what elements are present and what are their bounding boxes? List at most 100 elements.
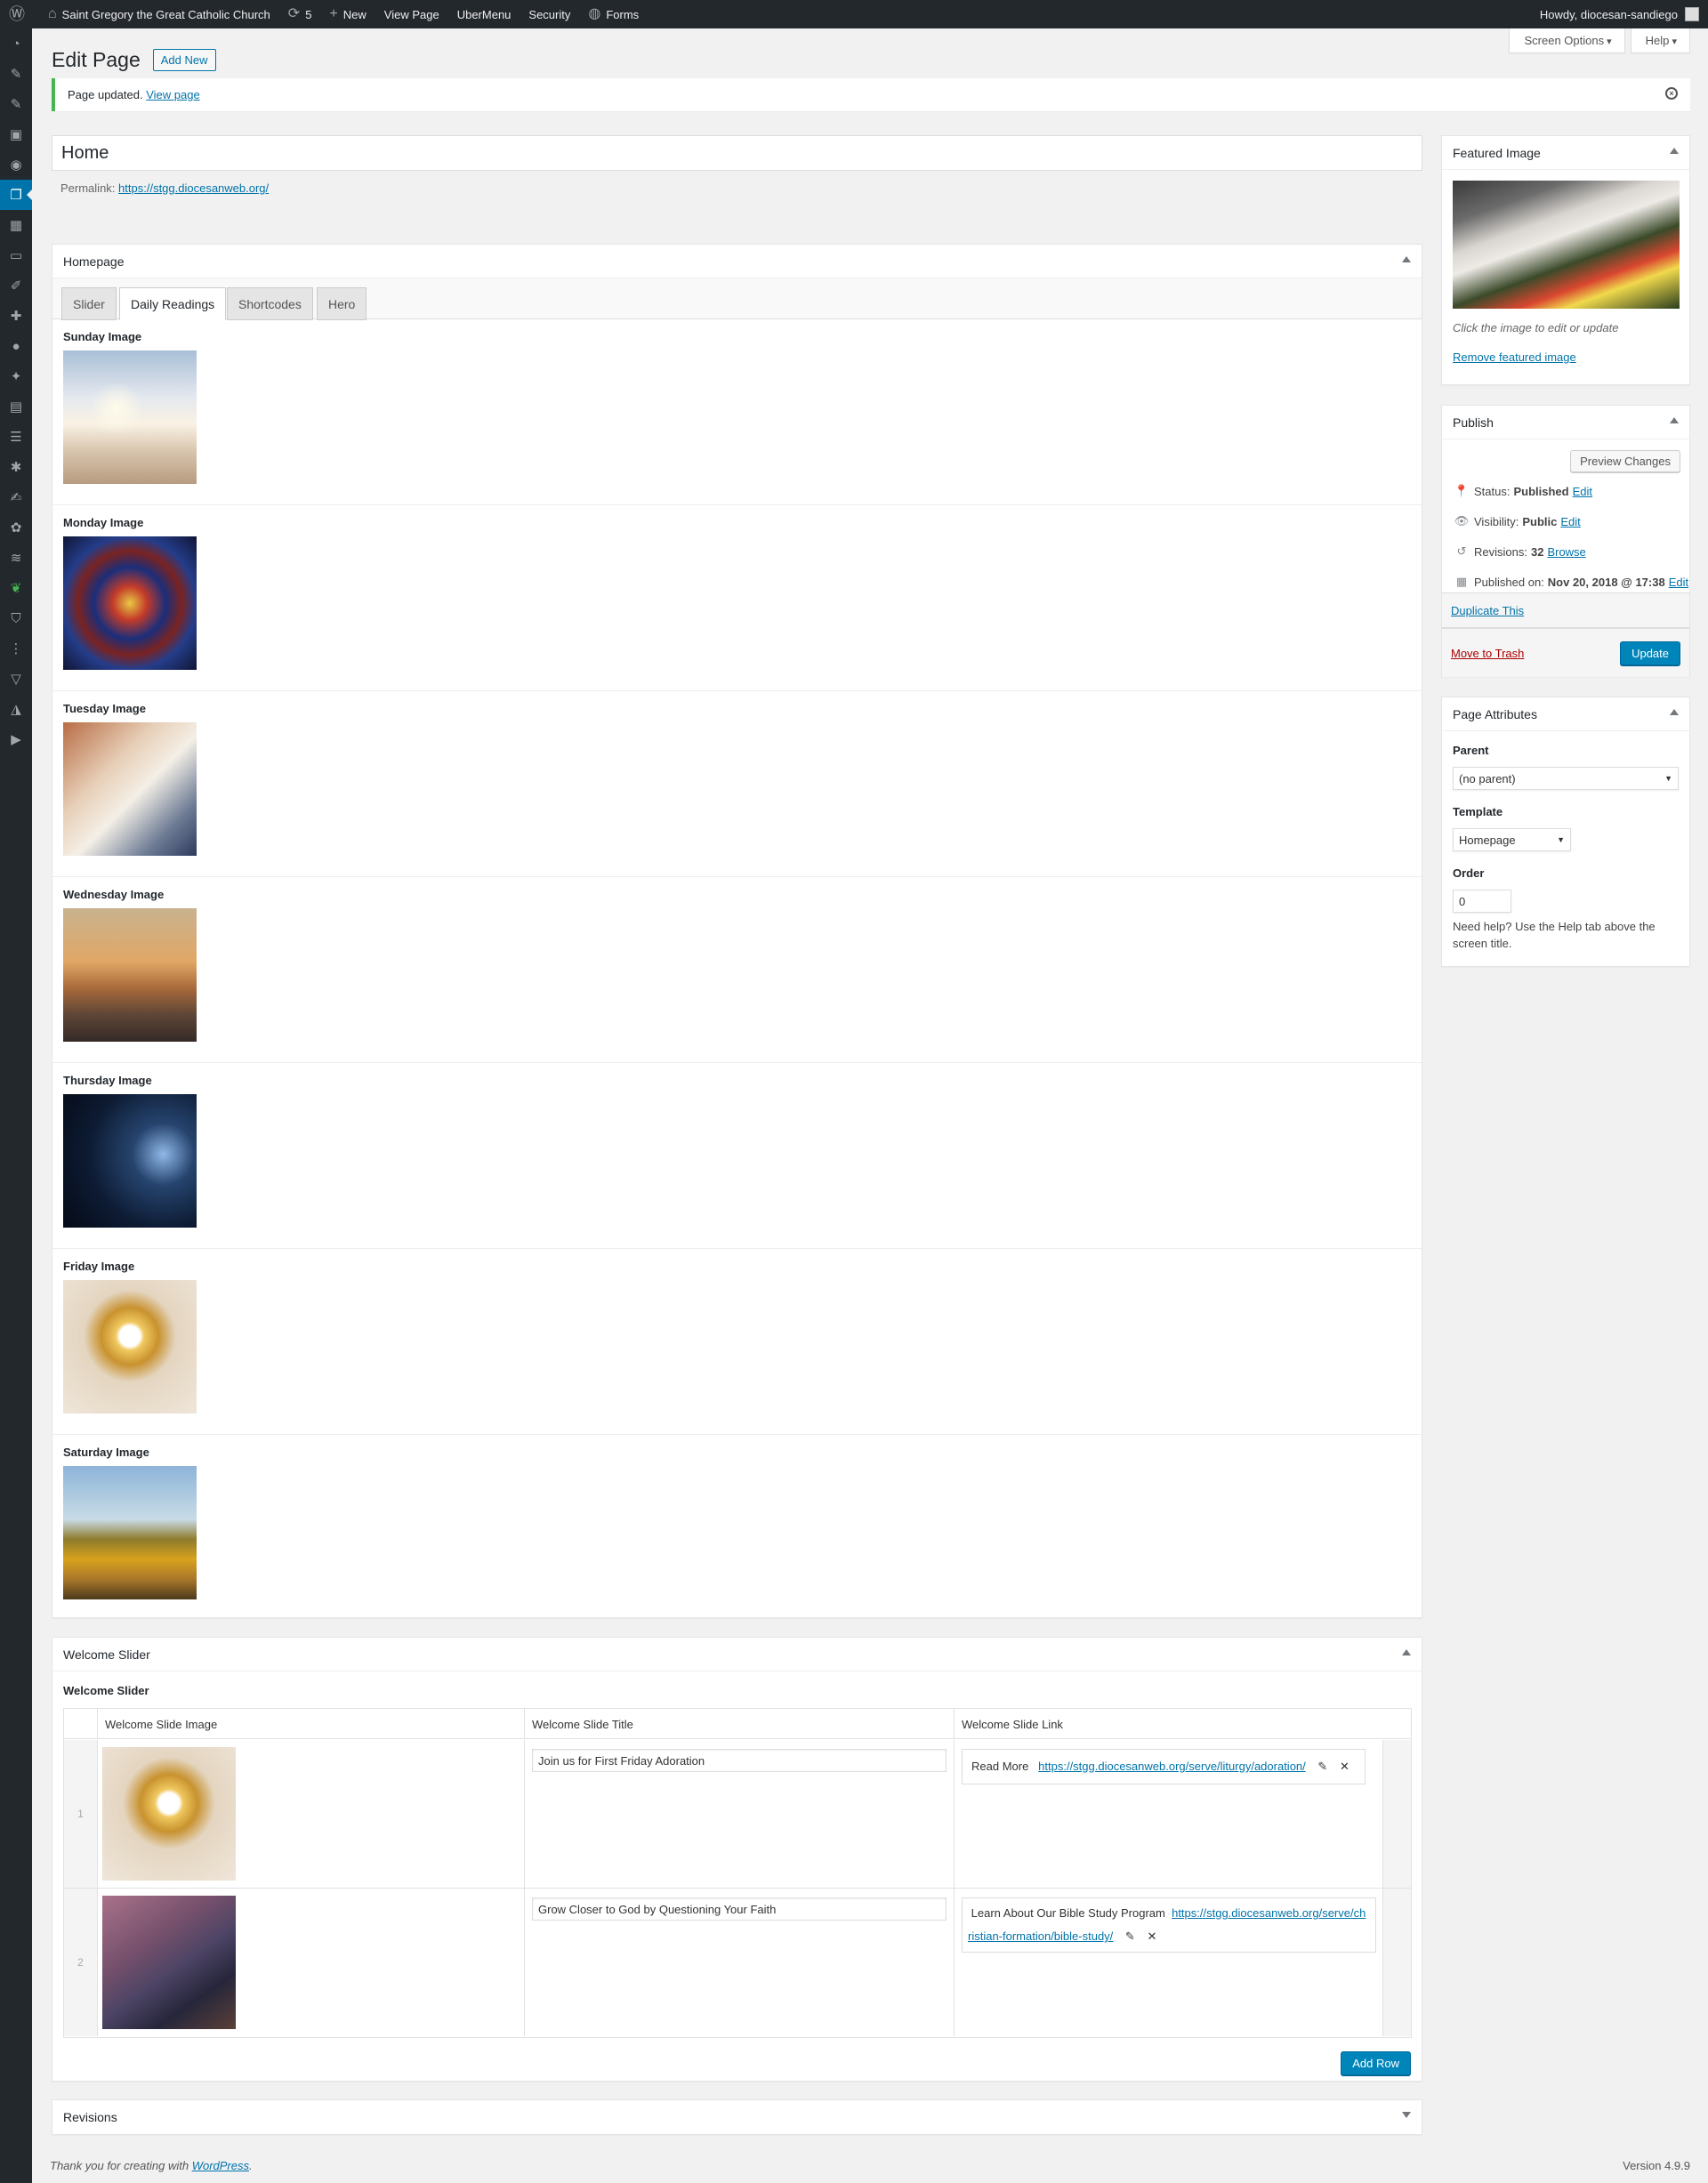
welcome-metabox-title: Welcome Slider — [63, 1647, 150, 1662]
menu-dots[interactable]: ⋮ — [0, 633, 32, 664]
menu-rss[interactable]: ≋ — [0, 543, 32, 573]
menu-plugins[interactable]: ✚ — [0, 301, 32, 331]
menu-appearance[interactable]: ✐ — [0, 270, 32, 301]
menu-tools[interactable]: ✦ — [0, 361, 32, 391]
view-page-link[interactable]: View page — [146, 88, 199, 101]
menu-globe[interactable]: ◉ — [0, 149, 32, 180]
menu-shield[interactable]: ⛉ — [0, 603, 32, 633]
pencil-icon[interactable]: ✎ — [1317, 1755, 1327, 1778]
page-header: Edit Page Add New — [52, 48, 216, 72]
move-to-trash-link[interactable]: Move to Trash — [1451, 647, 1524, 660]
menu-comments[interactable]: ▭ — [0, 240, 32, 270]
edit-visibility-link[interactable]: Edit — [1560, 515, 1580, 528]
tab-slider[interactable]: Slider — [61, 287, 117, 320]
menu-calendar[interactable]: ▦ — [0, 210, 32, 240]
tab-daily-readings[interactable]: Daily Readings — [119, 287, 227, 320]
group-icon: ✿ — [10, 520, 22, 536]
slide-title-input[interactable]: Join us for First Friday Adoration — [532, 1749, 947, 1772]
menu-group[interactable]: ✿ — [0, 512, 32, 543]
column-header-link: Welcome Slide Link — [954, 1709, 1382, 1739]
menu-pinned[interactable]: ✎ — [0, 89, 32, 119]
menu-mountain[interactable]: ◮ — [0, 694, 32, 724]
screen-options-toggle[interactable]: Screen Options — [1509, 28, 1625, 53]
slide-image[interactable] — [102, 1896, 236, 2029]
collapse-arrow-icon[interactable] — [1402, 1649, 1411, 1655]
row-handle[interactable] — [1382, 1740, 1411, 1888]
attributes-metabox-header[interactable]: Page Attributes — [1442, 697, 1689, 731]
menu-list[interactable]: ☰ — [0, 422, 32, 452]
duplicate-this-link[interactable]: Duplicate This — [1451, 604, 1524, 617]
edit-status-link[interactable]: Edit — [1573, 485, 1592, 498]
row-order[interactable]: 2 — [64, 1889, 97, 2036]
remove-featured-image-link[interactable]: Remove featured image — [1453, 350, 1679, 364]
menu-pages[interactable]: ❐ — [0, 180, 32, 210]
featured-metabox-header[interactable]: Featured Image — [1442, 136, 1689, 170]
thursday-image[interactable] — [63, 1094, 197, 1228]
expand-arrow-icon[interactable] — [1402, 2112, 1411, 2118]
sunday-image[interactable] — [63, 350, 197, 484]
ubermenu-link[interactable]: UberMenu — [448, 0, 520, 28]
wednesday-image[interactable] — [63, 908, 197, 1042]
wp-logo-menu[interactable]: Ⓦ — [0, 0, 39, 28]
collapse-arrow-icon[interactable] — [1670, 148, 1679, 154]
menu-widget[interactable]: ▤ — [0, 391, 32, 422]
order-input[interactable]: 0 — [1453, 890, 1511, 913]
forms-menu[interactable]: ◍ Forms — [579, 0, 648, 28]
link-url-part-2[interactable]: ristian-formation/bible-study/ — [968, 1929, 1113, 1943]
menu-dashboard[interactable]: ◔ — [0, 28, 32, 59]
new-content-menu[interactable]: + New — [320, 0, 375, 28]
add-new-button[interactable]: Add New — [152, 49, 216, 71]
revisions-metabox-header[interactable]: Revisions — [52, 2100, 1422, 2134]
menu-leaf[interactable]: ❦ — [0, 573, 32, 603]
footer-version: Version 4.9.9 — [1623, 2159, 1690, 2172]
parent-select[interactable]: (no parent) ▼ — [1453, 767, 1679, 790]
template-select[interactable]: Homepage ▼ — [1453, 828, 1571, 851]
close-icon[interactable]: ✕ — [1147, 1925, 1156, 1948]
row-order[interactable]: 1 — [64, 1740, 97, 1888]
publish-metabox-header[interactable]: Publish — [1442, 406, 1689, 439]
slide-image[interactable] — [102, 1747, 236, 1881]
link-url-part-1[interactable]: https://stgg.diocesanweb.org/serve/ch — [1172, 1906, 1366, 1920]
add-row-button[interactable]: Add Row — [1341, 2051, 1411, 2075]
tuesday-image[interactable] — [63, 722, 197, 856]
help-toggle[interactable]: Help — [1630, 28, 1690, 53]
tab-shortcodes[interactable]: Shortcodes — [227, 287, 313, 320]
monday-image-field: Monday Image — [52, 505, 1422, 691]
view-page-link[interactable]: View Page — [375, 0, 448, 28]
update-button[interactable]: Update — [1620, 640, 1680, 665]
collapse-arrow-icon[interactable] — [1670, 709, 1679, 715]
menu-posts[interactable]: ✎ — [0, 59, 32, 89]
browse-revisions-link[interactable]: Browse — [1547, 545, 1585, 559]
my-account-menu[interactable]: Howdy, diocesan-sandiego — [1531, 0, 1708, 28]
menu-v[interactable]: ▽ — [0, 664, 32, 694]
site-name-menu[interactable]: ⌂ Saint Gregory the Great Catholic Church — [39, 0, 279, 28]
pencil-icon[interactable]: ✎ — [1125, 1925, 1135, 1948]
monday-image[interactable] — [63, 536, 197, 670]
close-icon[interactable]: ✕ — [1340, 1755, 1349, 1778]
menu-media[interactable]: ▣ — [0, 119, 32, 149]
row-handle[interactable] — [1382, 1889, 1411, 2036]
menu-users[interactable]: ● — [0, 331, 32, 361]
preview-changes-button[interactable]: Preview Changes — [1570, 450, 1680, 472]
welcome-metabox-header[interactable]: Welcome Slider — [52, 1638, 1422, 1671]
updates-menu[interactable]: ⟳ 5 — [279, 0, 321, 28]
menu-play[interactable]: ▶ — [0, 724, 32, 754]
menu-settings[interactable]: ✱ — [0, 452, 32, 482]
collapse-arrow-icon[interactable] — [1402, 256, 1411, 262]
link-url[interactable]: https://stgg.diocesanweb.org/serve/litur… — [1038, 1760, 1306, 1773]
permalink-url[interactable]: https://stgg.diocesanweb.org/ — [118, 181, 269, 195]
edit-date-link[interactable]: Edit — [1669, 576, 1688, 589]
collapse-arrow-icon[interactable] — [1670, 417, 1679, 423]
featured-image[interactable] — [1453, 181, 1680, 309]
dismiss-icon[interactable]: × — [1665, 87, 1678, 100]
post-title-input[interactable]: Home — [52, 135, 1422, 171]
plugin-icon: ✚ — [10, 309, 22, 324]
security-link[interactable]: Security — [520, 0, 579, 28]
tab-hero[interactable]: Hero — [317, 287, 367, 320]
friday-image[interactable] — [63, 1280, 197, 1414]
menu-edit[interactable]: ✍ — [0, 482, 32, 512]
saturday-image[interactable] — [63, 1466, 197, 1599]
wordpress-link[interactable]: WordPress — [192, 2159, 249, 2172]
homepage-metabox-header[interactable]: Homepage — [52, 245, 1422, 278]
slide-title-input[interactable]: Grow Closer to God by Questioning Your F… — [532, 1897, 947, 1921]
